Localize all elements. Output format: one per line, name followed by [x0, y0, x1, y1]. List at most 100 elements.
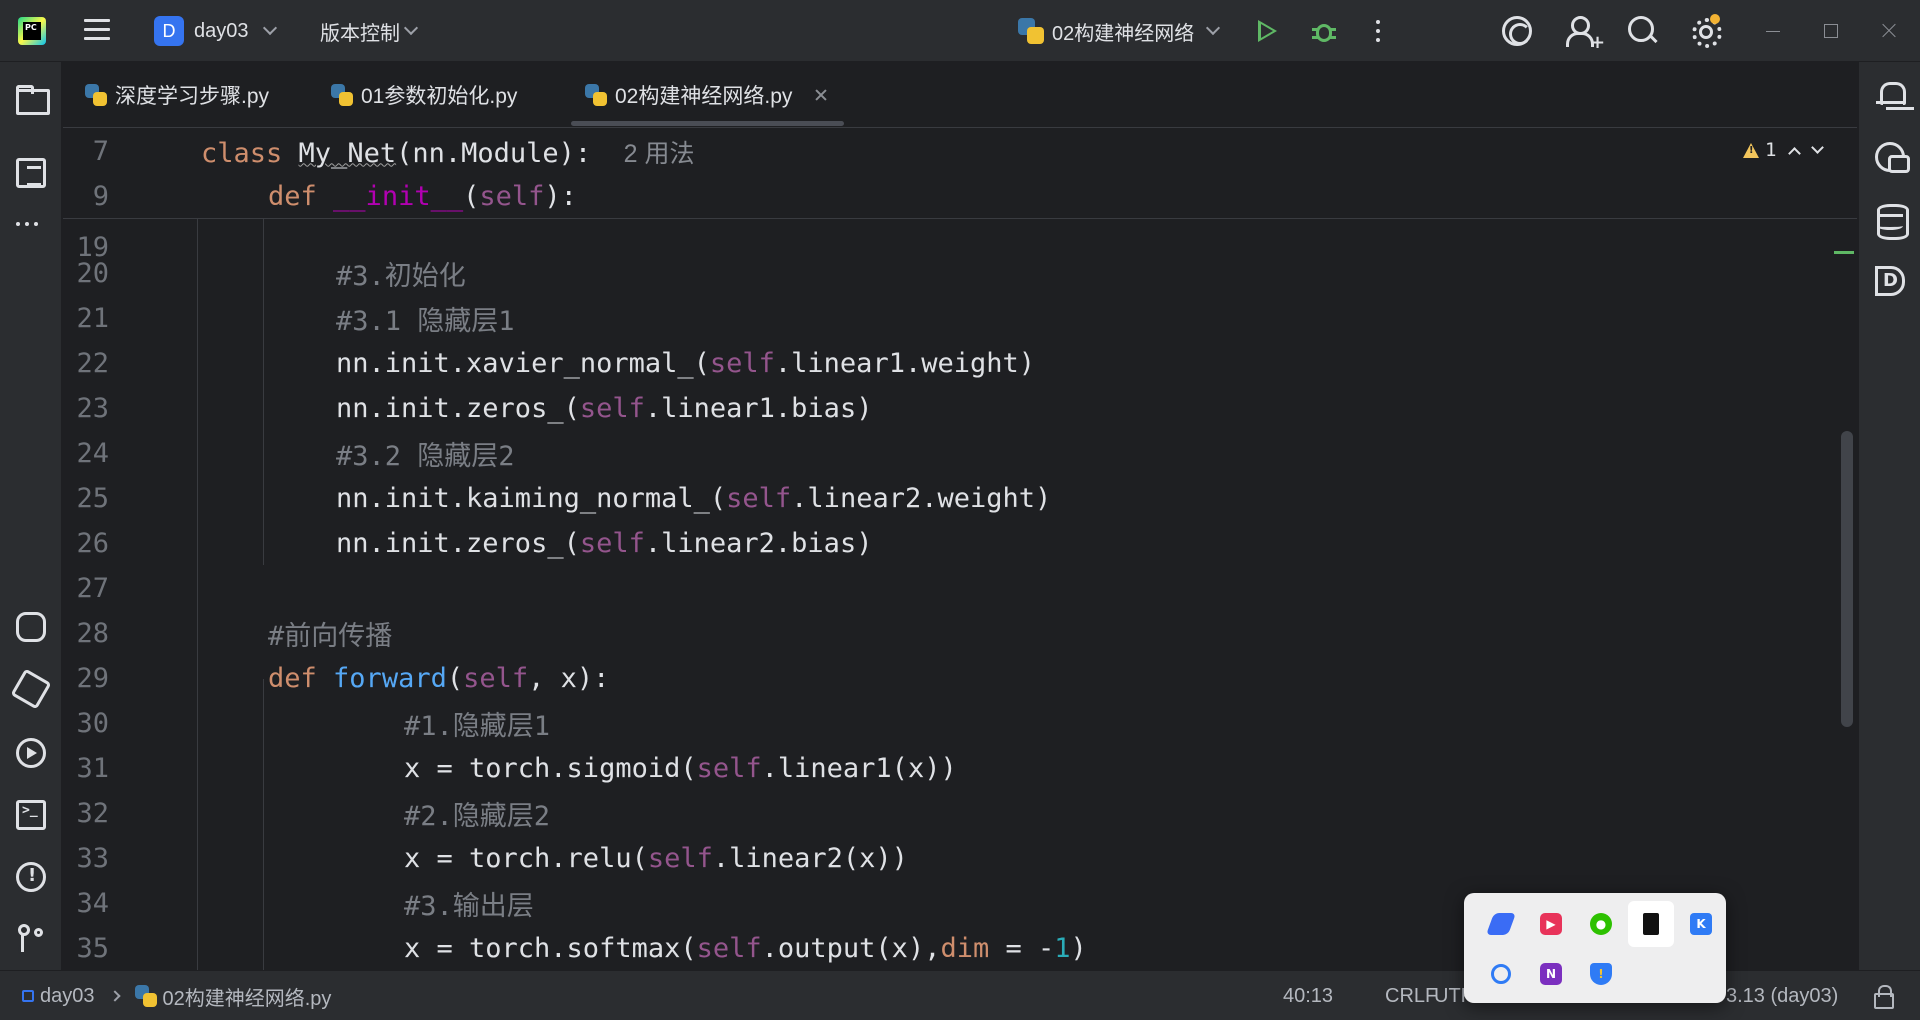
debug-button[interactable] [1312, 16, 1336, 46]
more-actions-icon[interactable] [1376, 20, 1382, 47]
security-center-icon[interactable]: ! [1578, 951, 1624, 997]
left-tool-strip [0, 62, 62, 970]
code-editor[interactable]: 7 class My_Net(nn.Module): 2 用法 9 def __… [63, 129, 1857, 970]
tab-label: 深度学习步骤.py [115, 85, 270, 108]
line-ending[interactable]: CRLF [1385, 971, 1437, 1020]
vertical-scrollbar[interactable] [1841, 431, 1853, 727]
line-number: 32 [76, 798, 109, 829]
chevron-down-icon [403, 20, 419, 36]
line-number: 28 [76, 618, 109, 649]
terminal-icon[interactable] [16, 800, 46, 830]
right-tool-strip [1858, 62, 1920, 970]
maximize-button[interactable] [1824, 24, 1838, 38]
tab-label: 01参数初始化.py [361, 85, 518, 108]
minimize-button[interactable] [1766, 31, 1780, 32]
feishu-icon[interactable] [1478, 901, 1524, 947]
python-file-icon [85, 84, 107, 106]
change-marker [1834, 251, 1854, 254]
project-badge: D [154, 16, 184, 46]
git-branch-icon[interactable] [16, 924, 46, 954]
code-comment: #3.2 隐藏层2 [336, 441, 515, 472]
line-number: 30 [76, 708, 109, 739]
run-button[interactable] [1258, 20, 1277, 42]
tab-param-init[interactable]: 01参数初始化.py [331, 62, 517, 128]
bookmark-app-icon[interactable] [1628, 901, 1674, 947]
structure-icon[interactable] [16, 158, 46, 188]
line-number: 23 [76, 393, 109, 424]
editor-tab-bar: 深度学习步骤.py 01参数初始化.py 02构建神经网络.py [63, 62, 1857, 128]
python-file-icon [331, 84, 353, 106]
close-window-button[interactable] [1880, 22, 1898, 40]
run-configuration-selector[interactable]: 02构建神经网络 [1018, 16, 1221, 46]
caret-position[interactable]: 40:13 [1283, 971, 1333, 1020]
python-console-icon[interactable] [16, 612, 46, 642]
breadcrumb[interactable]: day03 02构建神经网络.py [22, 971, 331, 1020]
vcs-menu[interactable]: 版本控制 [320, 16, 419, 46]
database-icon[interactable] [1875, 204, 1909, 240]
line-number: 7 [92, 136, 109, 167]
warning-count: 1 [1765, 139, 1777, 161]
update-badge [1710, 14, 1720, 24]
code-comment: #3.1 隐藏层1 [336, 306, 515, 337]
services-icon[interactable] [16, 738, 46, 768]
search-icon[interactable] [1628, 16, 1658, 46]
line-number: 20 [76, 258, 109, 289]
python-packages-icon[interactable] [10, 668, 52, 710]
breadcrumb-project[interactable]: day03 [40, 985, 95, 1008]
close-tab-icon[interactable] [812, 86, 830, 104]
inspection-widget[interactable]: 1 [1743, 139, 1825, 161]
indent-guide [263, 679, 264, 970]
line-number: 34 [76, 888, 109, 919]
previous-highlight-icon[interactable] [1788, 146, 1802, 160]
ai-chat-icon[interactable] [1875, 142, 1910, 173]
code-comment: #3.输出层 [404, 891, 534, 922]
line-number: 27 [76, 573, 109, 604]
line-number: 9 [92, 181, 109, 212]
warning-icon [1743, 142, 1759, 158]
project-icon [22, 990, 34, 1002]
k-app-icon[interactable]: K [1678, 901, 1724, 947]
python-interpreter[interactable]: 3.13 (day03) [1726, 971, 1838, 1020]
more-tools-icon[interactable] [16, 222, 46, 230]
code-comment: #3.初始化 [336, 261, 466, 292]
add-user-icon: + [1590, 32, 1606, 53]
chevron-down-icon [1206, 20, 1221, 36]
main-menu-icon[interactable] [84, 19, 110, 43]
next-highlight-icon[interactable] [1811, 140, 1825, 154]
problems-icon[interactable] [16, 862, 46, 892]
line-number: 33 [76, 843, 109, 874]
tab-label: 02构建神经网络.py [615, 85, 793, 108]
usages-hint[interactable]: 2 用法 [624, 140, 695, 168]
line-number: 31 [76, 753, 109, 784]
ai-assistant-icon[interactable] [1502, 16, 1532, 46]
notifications-bell-icon[interactable] [1875, 80, 1906, 110]
python-file-icon [134, 985, 157, 1007]
system-tray-overflow: ▶ ● K N ! [1464, 893, 1726, 1003]
line-number: 29 [76, 663, 109, 694]
bilibili-icon[interactable]: ▶ [1528, 901, 1574, 947]
line-number: 35 [76, 933, 109, 964]
line-number: 25 [76, 483, 109, 514]
python-icon [1018, 18, 1044, 44]
chevron-right-icon [108, 990, 121, 1002]
project-selector[interactable]: D day03 [154, 16, 277, 46]
python-file-icon [585, 84, 607, 106]
code-comment: #1.隐藏层1 [404, 711, 551, 742]
breadcrumb-file[interactable]: 02构建神经网络.py [163, 982, 332, 1011]
onenote-icon[interactable]: N [1528, 951, 1574, 997]
code-comment: #2.隐藏层2 [404, 801, 551, 832]
title-bar: PC D day03 版本控制 02构建神经网络 + [0, 0, 1920, 62]
line-number: 26 [76, 528, 109, 559]
sticky-lines-header[interactable]: 7 class My_Net(nn.Module): 2 用法 9 def __… [63, 129, 1857, 219]
project-folder-icon[interactable] [16, 82, 50, 115]
lock-icon[interactable] [1870, 985, 1894, 1009]
tab-build-network[interactable]: 02构建神经网络.py [570, 62, 845, 128]
chevron-down-icon [262, 20, 277, 36]
indent-guide [263, 219, 264, 565]
sync-icon[interactable] [1478, 951, 1524, 997]
wechat-icon[interactable]: ● [1578, 901, 1624, 947]
ddl-datasource-icon[interactable] [1875, 266, 1905, 296]
tab-deep-learning-steps[interactable]: 深度学习步骤.py [85, 62, 269, 128]
run-configuration-name: 02构建神经网络 [1052, 22, 1195, 45]
line-number: 21 [76, 303, 109, 334]
